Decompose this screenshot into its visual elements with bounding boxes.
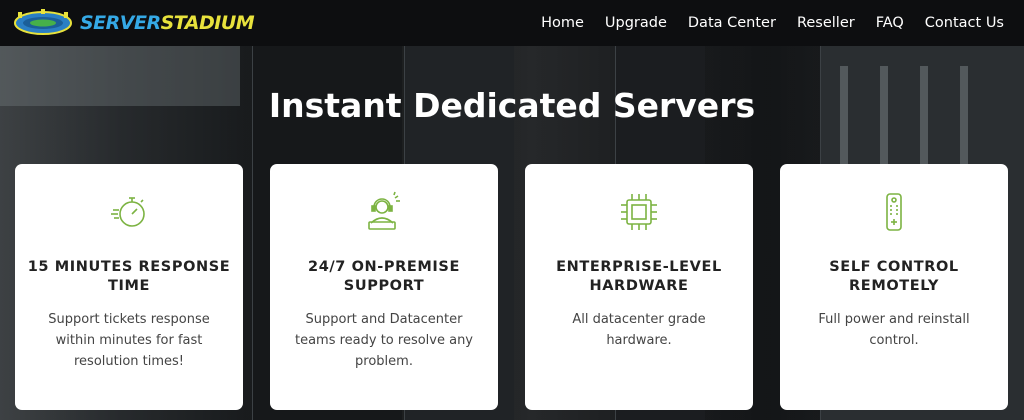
navbar: SERVERSTADIUM Home Upgrade Data Center R… (0, 0, 1024, 46)
feature-description: Full power and reinstall control. (818, 312, 970, 348)
feature-card-remote-control: SELF CONTROL REMOTELY Full power and rei… (780, 164, 1008, 410)
stadium-logo-icon (14, 9, 72, 35)
feature-title: 15 MINUTES RESPONSE TIME (27, 259, 231, 294)
cpu-chip-icon (621, 194, 657, 230)
nav-reseller[interactable]: Reseller (797, 15, 855, 31)
stopwatch-icon (111, 197, 145, 227)
brand-name: SERVERSTADIUM (80, 11, 255, 34)
feature-title: 24/7 ON-PREMISE SUPPORT (308, 259, 460, 294)
brand-name-part1: SERVER (80, 11, 161, 34)
feature-description: Support and Datacenter teams ready to re… (294, 312, 474, 369)
feature-description: Support tickets response within minutes … (48, 312, 210, 369)
feature-card-response-time: 15 MINUTES RESPONSE TIME Support tickets… (15, 164, 243, 410)
brand-name-part2: STADIUM (160, 11, 255, 34)
feature-title: ENTERPRISE-LEVEL HARDWARE (556, 259, 722, 294)
nav-contact-us[interactable]: Contact Us (925, 15, 1004, 31)
main-nav: Home Upgrade Data Center Reseller FAQ Co… (541, 15, 1004, 31)
feature-card-hardware: ENTERPRISE-LEVEL HARDWARE All datacenter… (525, 164, 753, 410)
feature-title: SELF CONTROL REMOTELY (829, 259, 959, 294)
remote-control-icon (886, 193, 902, 231)
nav-data-center[interactable]: Data Center (688, 15, 776, 31)
feature-description: All datacenter grade hardware. (572, 312, 706, 348)
hero-title: Instant Dedicated Servers (268, 86, 756, 125)
feature-card-support: 24/7 ON-PREMISE SUPPORT Support and Data… (270, 164, 498, 410)
nav-faq[interactable]: FAQ (876, 15, 904, 31)
hero-section: Instant Dedicated Servers 15 MINUTES RES… (0, 46, 1024, 420)
nav-home[interactable]: Home (541, 15, 584, 31)
nav-upgrade[interactable]: Upgrade (605, 15, 667, 31)
brand-logo[interactable]: SERVERSTADIUM (12, 8, 255, 38)
support-agent-icon (368, 191, 400, 230)
